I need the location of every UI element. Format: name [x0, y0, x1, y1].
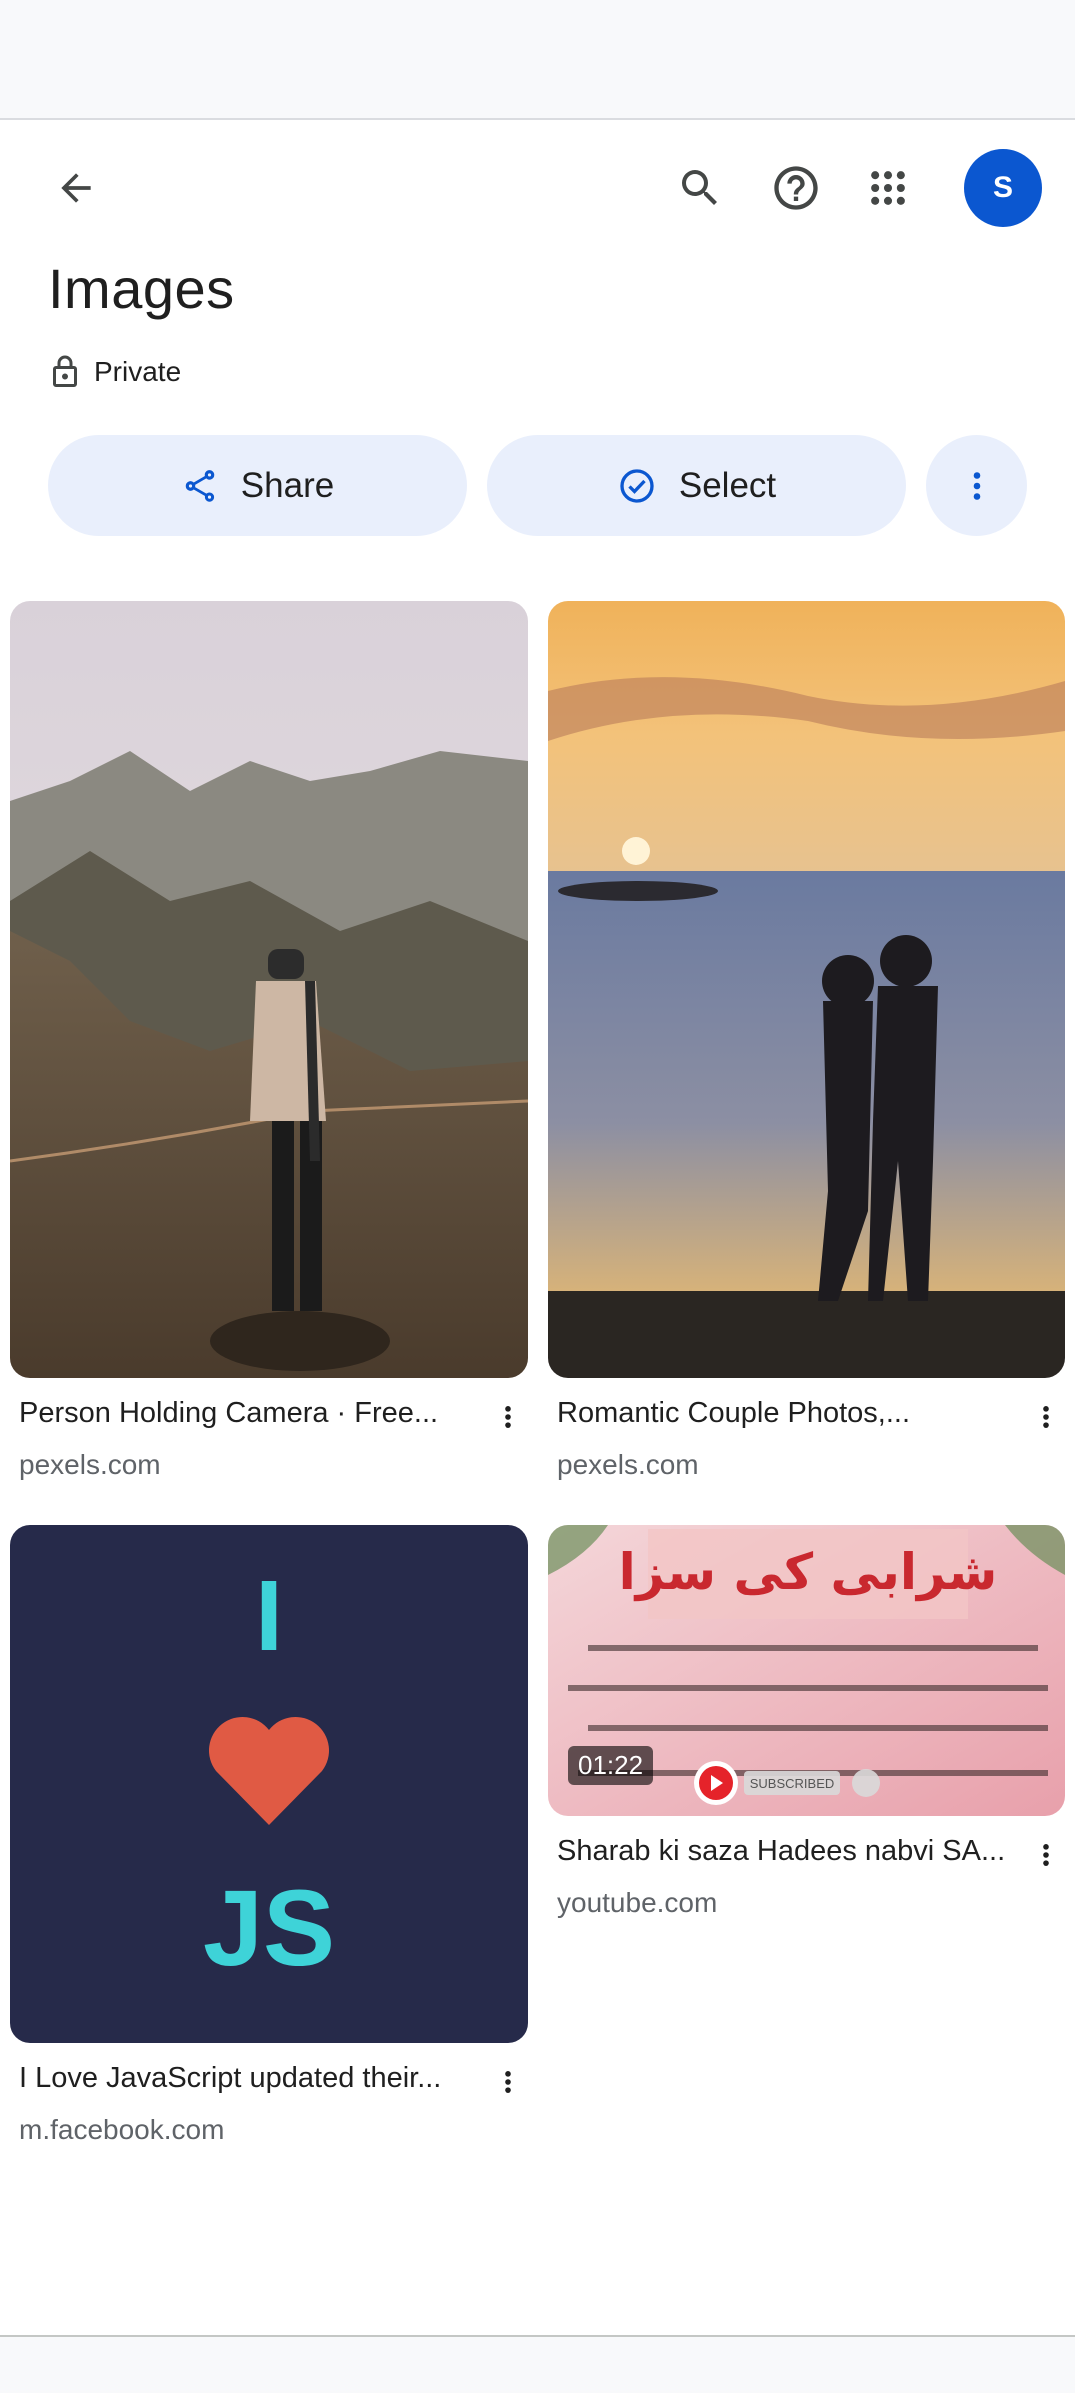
- result-image-couple[interactable]: [548, 601, 1065, 1378]
- privacy-label: Private: [94, 356, 182, 387]
- result-more-button[interactable]: [486, 1389, 530, 1445]
- more-vert-icon: [505, 1406, 511, 1428]
- privacy-indicator: Private: [50, 354, 181, 390]
- select-button[interactable]: Select: [487, 435, 906, 536]
- account-avatar[interactable]: S: [964, 149, 1042, 227]
- select-label: Select: [678, 465, 777, 505]
- more-vert-icon: [505, 2071, 511, 2093]
- result-title[interactable]: Person Holding Camera · Free...: [19, 1397, 438, 1430]
- subscribed-badge: SUBSCRIBED: [750, 1776, 835, 1791]
- page-title: Images: [48, 257, 235, 320]
- more-vert-icon: [1043, 1844, 1049, 1866]
- result-source: pexels.com: [19, 1449, 161, 1480]
- status-bar: [0, 0, 1075, 120]
- search-button[interactable]: [660, 148, 740, 228]
- video-duration: 01:22: [568, 1746, 654, 1785]
- share-button[interactable]: Share: [48, 435, 467, 536]
- more-vert-icon: [973, 471, 980, 500]
- lock-icon: [53, 355, 77, 387]
- search-icon: [682, 170, 717, 205]
- share-icon: [185, 469, 215, 502]
- result-more-button[interactable]: [1024, 1389, 1068, 1445]
- result-image-mountain[interactable]: [10, 601, 528, 1378]
- help-button[interactable]: [756, 148, 836, 228]
- navigation-bar: [0, 2335, 1075, 2393]
- apps-button[interactable]: [848, 148, 928, 228]
- apps-grid-icon: [871, 171, 905, 205]
- image-text-js: JS: [203, 1867, 335, 1988]
- result-more-button[interactable]: [486, 2054, 530, 2110]
- share-label: Share: [240, 465, 335, 505]
- image-arabic-title: شرابی کی سزا: [619, 1543, 998, 1602]
- arrow-back-icon: [61, 173, 91, 203]
- more-vert-icon: [1043, 1406, 1049, 1428]
- back-button[interactable]: [36, 148, 116, 228]
- result-image-i-love-js[interactable]: I JS: [10, 1525, 528, 2043]
- help-icon: [774, 166, 818, 210]
- result-source: pexels.com: [557, 1449, 699, 1480]
- more-options-button[interactable]: [926, 435, 1027, 536]
- result-source: m.facebook.com: [19, 2114, 225, 2145]
- check-circle-icon: [620, 468, 654, 503]
- image-text-i: I: [255, 1560, 283, 1672]
- result-title[interactable]: Romantic Couple Photos,...: [557, 1397, 910, 1430]
- result-title[interactable]: Sharab ki saza Hadees nabvi SA...: [557, 1835, 1005, 1868]
- result-title[interactable]: I Love JavaScript updated their...: [19, 2062, 441, 2095]
- result-source: youtube.com: [557, 1887, 718, 1918]
- result-more-button[interactable]: [1024, 1827, 1068, 1883]
